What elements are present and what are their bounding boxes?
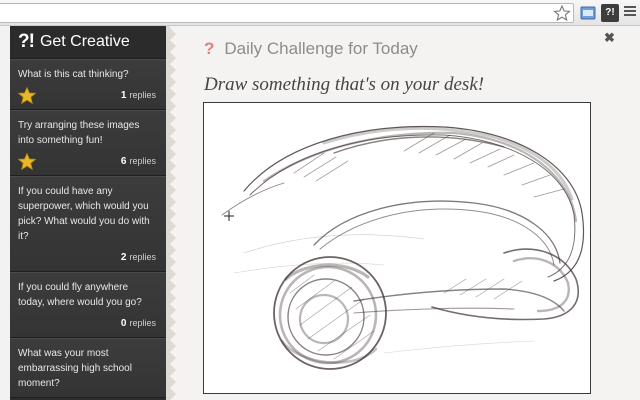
gold-star-icon xyxy=(18,86,36,104)
reply-count: 0 replies xyxy=(120,317,156,329)
drawing-canvas[interactable] xyxy=(203,102,591,394)
reply-count: 2 replies xyxy=(120,251,156,263)
question-mark-icon: ? xyxy=(204,39,215,58)
browser-toolbar: ?! xyxy=(0,0,640,26)
zigzag-divider xyxy=(166,26,176,400)
challenge-title: Daily Challenge for Today xyxy=(224,39,418,58)
sidebar-header: ?! Get Creative xyxy=(10,26,166,59)
question-text: If you could fly anywhere today, where w… xyxy=(18,282,142,308)
sidebar-item-cat[interactable]: What is this cat thinking? 1 replies xyxy=(10,59,166,110)
extension-icon[interactable] xyxy=(580,5,596,21)
star-outline-icon[interactable] xyxy=(553,5,571,21)
app-title: Get Creative xyxy=(39,33,130,50)
challenge-header: ? Daily Challenge for Today xyxy=(204,39,418,59)
sidebar-item-superpower[interactable]: If you could have any superpower, which … xyxy=(10,176,166,272)
question-text: If you could have any superpower, which … xyxy=(18,186,150,242)
sidebar-item-fly-anywhere[interactable]: If you could fly anywhere today, where w… xyxy=(10,272,166,338)
question-text: What was your most embarrassing high sch… xyxy=(18,348,132,389)
question-text: Try arranging these images into somethin… xyxy=(18,120,140,146)
headphones-sketch xyxy=(221,125,585,370)
gold-star-icon xyxy=(18,152,36,170)
hamburger-menu-icon[interactable] xyxy=(624,6,636,18)
sidebar: ?! Get Creative What is this cat thinkin… xyxy=(10,26,166,400)
question-text: What is this cat thinking? xyxy=(18,69,129,80)
address-bar[interactable] xyxy=(0,3,574,23)
get-creative-extension-icon[interactable]: ?! xyxy=(601,4,619,22)
sidebar-item-arrange-images[interactable]: Try arranging these images into somethin… xyxy=(10,110,166,176)
sidebar-item-embarrassing-moment[interactable]: What was your most embarrassing high sch… xyxy=(10,338,166,398)
challenge-prompt: Draw something that's on your desk! xyxy=(204,74,485,95)
extension-popup: ?! Get Creative What is this cat thinkin… xyxy=(10,26,640,400)
challenge-panel: ✖ ? Daily Challenge for Today Draw somet… xyxy=(178,26,640,400)
reply-count: 6 replies xyxy=(120,155,156,167)
reply-count: 1 replies xyxy=(120,89,156,101)
close-icon[interactable]: ✖ xyxy=(604,30,615,46)
app-logo: ?! xyxy=(18,31,35,52)
